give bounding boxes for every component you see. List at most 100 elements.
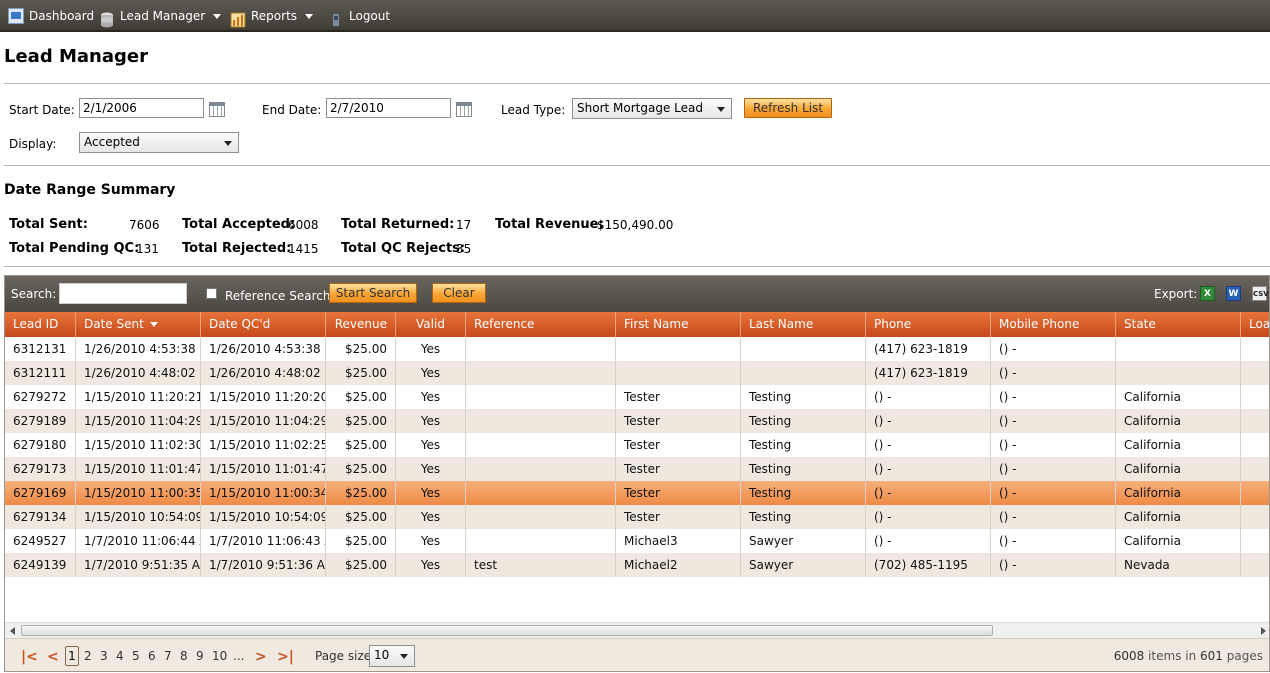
cell-mobile-phone: () - <box>991 457 1116 481</box>
cell-phone: (702) 485-1195 <box>866 553 991 577</box>
cell-lead-id: 6279272 <box>5 385 76 409</box>
table-row[interactable]: 6249139 1/7/2010 9:51:35 AM 1/7/2010 9:51:… <box>5 553 1269 577</box>
page-number[interactable]: 7 <box>164 649 172 663</box>
cell-valid: Yes <box>396 529 466 553</box>
column-header-date-sent[interactable]: Date Sent <box>76 312 201 337</box>
table-row[interactable]: 62495271/7/2010 11:06:44 AM1/7/2010 11:0… <box>5 529 1269 553</box>
nav-reports[interactable]: Reports <box>230 0 314 32</box>
table-row[interactable]: 63121311/26/2010 4:53:38 PM1/26/2010 4:5… <box>5 337 1269 361</box>
cell-loan <box>1241 481 1269 505</box>
cell-valid: Yes <box>396 505 466 529</box>
refresh-list-button[interactable]: Refresh List <box>744 98 832 118</box>
scroll-left-icon[interactable] <box>10 627 15 635</box>
total-sent-value: 7606 <box>129 218 160 232</box>
lead-type-value: Short Mortgage Lead <box>577 101 703 115</box>
table-row[interactable]: 63121111/26/2010 4:48:02 PM1/26/2010 4:4… <box>5 361 1269 385</box>
calendar-icon[interactable] <box>456 102 472 117</box>
nav-logout[interactable]: Logout <box>328 0 390 32</box>
column-header-revenue[interactable]: Revenue <box>326 312 396 337</box>
start-search-button[interactable]: Start Search <box>329 283 417 303</box>
column-header-date-qcd[interactable]: Date QC'd <box>201 312 326 337</box>
table-row[interactable]: 62791891/15/2010 11:04:29 AM1/15/2010 11… <box>5 409 1269 433</box>
cell-loan <box>1241 433 1269 457</box>
cell-mobile-phone: () - <box>991 433 1116 457</box>
column-header-phone[interactable]: Phone <box>866 312 991 337</box>
column-header-valid[interactable]: Valid <box>396 312 466 337</box>
cell-state: California <box>1116 409 1241 433</box>
nav-lead-manager[interactable]: Lead Manager <box>99 0 222 32</box>
scrollbar-thumb[interactable] <box>21 625 993 636</box>
cell-state: California <box>1116 481 1241 505</box>
column-header-state[interactable]: State <box>1116 312 1241 337</box>
page-number[interactable]: 8 <box>180 649 188 663</box>
page-number[interactable]: 9 <box>196 649 204 663</box>
cell-first-name: Michael3 <box>616 529 741 553</box>
cell-first-name: Tester <box>616 409 741 433</box>
first-page-button[interactable]: |< <box>21 650 38 664</box>
page-number[interactable]: ... <box>233 649 244 663</box>
nav-dashboard[interactable]: Dashboard <box>8 0 94 32</box>
page-number[interactable]: 4 <box>116 649 124 663</box>
prev-page-button[interactable]: < <box>47 650 59 664</box>
scroll-right-icon[interactable] <box>1261 627 1266 635</box>
cell-date-qcd: 1/15/2010 11:02:25 AM <box>201 433 326 457</box>
pages-count: 601 <box>1200 649 1223 663</box>
reference-search-checkbox[interactable] <box>206 288 217 299</box>
chevron-down-icon <box>717 107 725 112</box>
table-row[interactable]: 62791801/15/2010 11:02:30 AM1/15/2010 11… <box>5 433 1269 457</box>
cell-date-sent: 1/15/2010 11:01:47 AM <box>76 457 201 481</box>
cell-last-name <box>741 337 866 361</box>
word-export-icon[interactable]: W <box>1226 286 1241 301</box>
cell-phone: (417) 623-1819 <box>866 337 991 361</box>
sort-descending-icon <box>149 322 158 327</box>
table-row[interactable]: 62791341/15/2010 10:54:09 AM1/15/2010 10… <box>5 505 1269 529</box>
column-header-reference[interactable]: Reference <box>466 312 616 337</box>
table-row[interactable]: 62791691/15/2010 11:00:35 AM1/15/2010 11… <box>5 481 1269 505</box>
table-row[interactable]: 62792721/15/2010 11:20:21 AM1/15/2010 11… <box>5 385 1269 409</box>
column-header-mobile-phone[interactable]: Mobile Phone <box>991 312 1116 337</box>
page-size-label: Page size: <box>315 649 376 663</box>
cell-lead-id: 6312111 <box>5 361 76 385</box>
end-date-input[interactable]: 2/7/2010 <box>326 98 451 118</box>
start-date-input[interactable]: 2/1/2006 <box>79 98 204 118</box>
table-row[interactable]: 62791731/15/2010 11:01:47 AM1/15/2010 11… <box>5 457 1269 481</box>
page-number-current[interactable]: 1 <box>65 646 79 666</box>
column-header-lead-id[interactable]: Lead ID <box>5 312 76 337</box>
page-number[interactable]: 3 <box>100 649 108 663</box>
nav-lead-manager-label: Lead Manager <box>120 9 206 23</box>
column-header-last-name[interactable]: Last Name <box>741 312 866 337</box>
clear-button[interactable]: Clear <box>432 283 486 303</box>
search-input[interactable] <box>59 283 187 304</box>
cell-date-qcd: 1/7/2010 11:06:43 AM <box>201 529 326 553</box>
cell-lead-id: 6279180 <box>5 433 76 457</box>
last-page-button[interactable]: >| <box>277 650 294 664</box>
calendar-icon[interactable] <box>209 102 225 117</box>
cell-phone: () - <box>866 481 991 505</box>
column-header-date-sent-label: Date Sent <box>84 317 144 331</box>
display-select[interactable]: Accepted <box>79 132 239 153</box>
page-number[interactable]: 5 <box>132 649 140 663</box>
cell-revenue: $25.00 <box>326 481 396 505</box>
horizontal-scrollbar[interactable] <box>5 622 1269 639</box>
cell-state: California <box>1116 457 1241 481</box>
page-number[interactable]: 2 <box>84 649 92 663</box>
cell-mobile-phone: () - <box>991 529 1116 553</box>
excel-export-icon[interactable]: X <box>1200 286 1215 301</box>
cell-lead-id: 6279189 <box>5 409 76 433</box>
cell-valid: Yes <box>396 457 466 481</box>
page-size-select[interactable]: 10 <box>369 645 415 667</box>
column-header-first-name[interactable]: First Name <box>616 312 741 337</box>
display-label: Display: <box>9 137 57 151</box>
csv-export-icon[interactable]: CSV <box>1252 286 1269 301</box>
items-text: items in <box>1148 649 1197 663</box>
lead-type-select[interactable]: Short Mortgage Lead <box>572 98 732 119</box>
database-icon <box>99 8 115 27</box>
next-page-button[interactable]: > <box>255 650 267 664</box>
total-qc-rejects-label: Total QC Rejects: <box>341 241 466 256</box>
column-header-loan[interactable]: Loan <box>1241 312 1269 337</box>
bar-chart-icon <box>230 8 246 27</box>
page-number[interactable]: 10 <box>212 649 227 663</box>
cell-state: California <box>1116 529 1241 553</box>
cell-revenue: $25.00 <box>326 457 396 481</box>
page-number[interactable]: 6 <box>148 649 156 663</box>
